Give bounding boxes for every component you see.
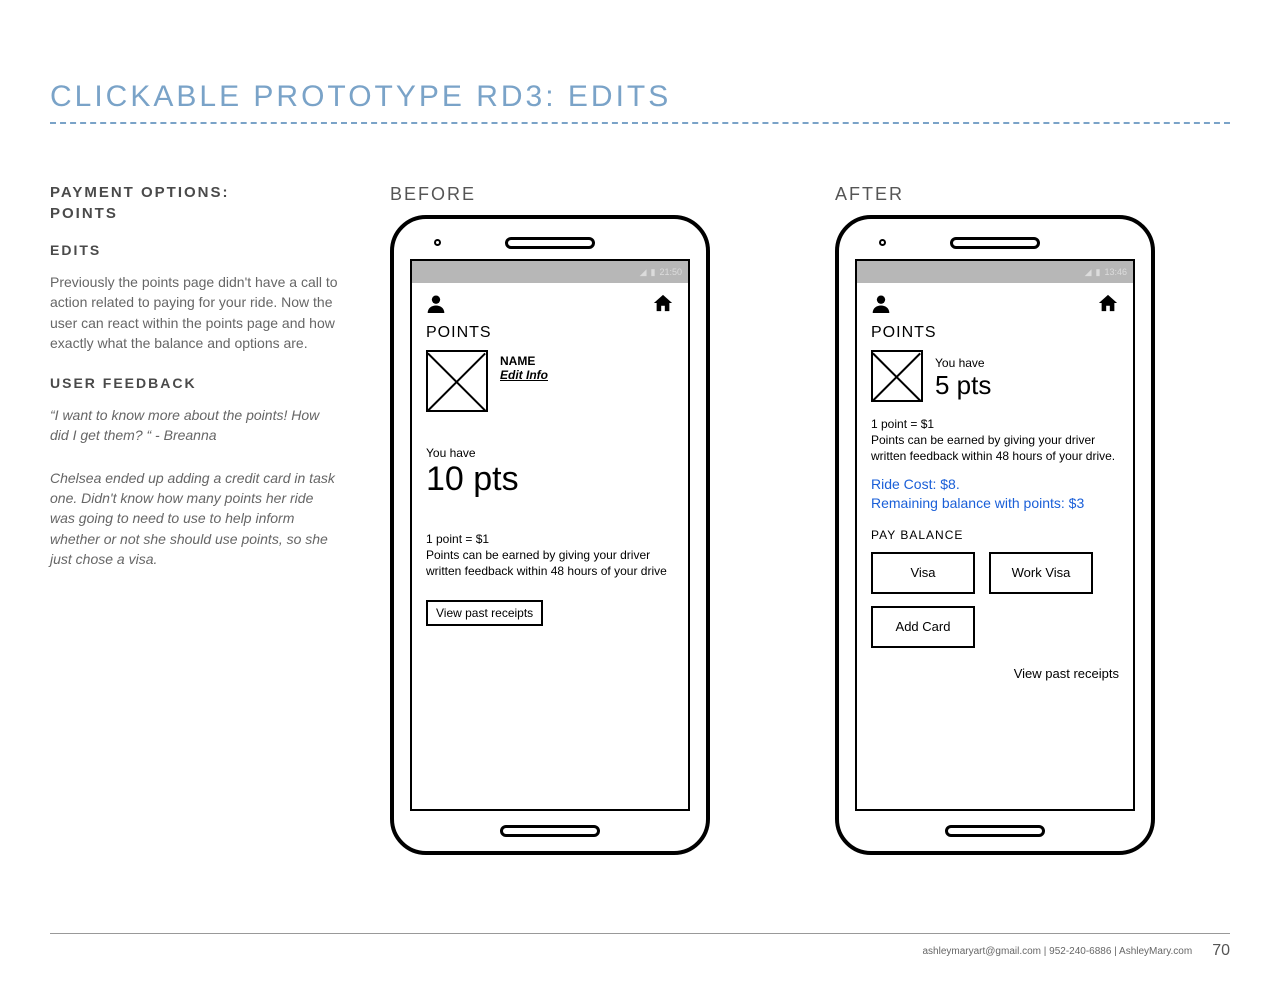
point-desc: Points can be earned by giving your driv… <box>871 433 1115 463</box>
page-number: 70 <box>1212 942 1230 960</box>
after-label: AFTER <box>835 184 1230 205</box>
points-value: 5 pts <box>935 370 991 401</box>
section-heading-points: POINTS <box>50 205 340 222</box>
footer: ashleymaryart@gmail.com | 952-240-6886 |… <box>50 933 1230 960</box>
pay-balance-heading: PAY BALANCE <box>871 528 1119 542</box>
wifi-icon: ◢ <box>1085 267 1092 278</box>
status-bar: ◢ ▮ 13:46 <box>857 261 1133 283</box>
point-rule: 1 point = $1 <box>871 417 934 431</box>
camera-icon <box>434 239 441 246</box>
point-rule: 1 point = $1 <box>426 532 489 546</box>
after-column: AFTER ◢ ▮ 13:46 <box>835 184 1230 855</box>
status-time: 13:46 <box>1104 267 1127 277</box>
avatar-placeholder <box>871 350 923 402</box>
status-time: 21:50 <box>659 267 682 277</box>
edit-info-link[interactable]: Edit Info <box>500 368 548 382</box>
wifi-icon: ◢ <box>640 267 647 278</box>
signal-icon: ▮ <box>1096 267 1101 278</box>
user-icon[interactable] <box>426 293 446 318</box>
you-have-label: You have <box>426 446 674 460</box>
status-bar: ◢ ▮ 21:50 <box>412 261 688 283</box>
work-visa-button[interactable]: Work Visa <box>989 552 1093 594</box>
avatar-placeholder <box>426 350 488 412</box>
camera-icon <box>879 239 886 246</box>
before-label: BEFORE <box>390 184 785 205</box>
footer-contact: ashleymaryart@gmail.com | 952-240-6886 |… <box>922 946 1192 957</box>
left-column: PAYMENT OPTIONS: POINTS EDITS Previously… <box>50 184 340 855</box>
points-heading: POINTS <box>871 324 1119 342</box>
divider <box>50 122 1230 124</box>
before-column: BEFORE ◢ ▮ 21:50 <box>390 184 785 855</box>
feedback-quote-2: Chelsea ended up adding a credit card in… <box>50 468 340 569</box>
section-heading-userfeedback: USER FEEDBACK <box>50 375 340 391</box>
speaker-bottom-icon <box>945 825 1045 837</box>
profile-name: NAME <box>500 354 548 368</box>
point-desc: Points can be earned by giving your driv… <box>426 548 667 578</box>
add-card-button[interactable]: Add Card <box>871 606 975 648</box>
section-heading-edits: EDITS <box>50 242 340 258</box>
user-icon[interactable] <box>871 293 891 318</box>
edits-paragraph: Previously the points page didn't have a… <box>50 272 340 353</box>
ride-cost: Ride Cost: $8. <box>871 476 960 492</box>
signal-icon: ▮ <box>651 267 656 278</box>
speaker-top-icon <box>505 237 595 249</box>
speaker-top-icon <box>950 237 1040 249</box>
page-title: CLICKABLE PROTOTYPE RD3: EDITS <box>50 80 1230 114</box>
visa-button[interactable]: Visa <box>871 552 975 594</box>
speaker-bottom-icon <box>500 825 600 837</box>
view-receipts-button[interactable]: View past receipts <box>426 600 543 626</box>
phone-frame-before: ◢ ▮ 21:50 POINTS <box>390 215 710 855</box>
feedback-quote-1: “I want to know more about the points! H… <box>50 405 340 446</box>
phone-frame-after: ◢ ▮ 13:46 POINTS <box>835 215 1155 855</box>
you-have-label: You have <box>935 356 991 370</box>
view-receipts-link[interactable]: View past receipts <box>871 666 1119 681</box>
home-icon[interactable] <box>1097 293 1119 318</box>
points-heading: POINTS <box>426 324 674 342</box>
section-heading-payment: PAYMENT OPTIONS: <box>50 184 340 201</box>
remaining-balance: Remaining balance with points: $3 <box>871 495 1084 511</box>
home-icon[interactable] <box>652 293 674 318</box>
points-value: 10 pts <box>426 460 674 499</box>
